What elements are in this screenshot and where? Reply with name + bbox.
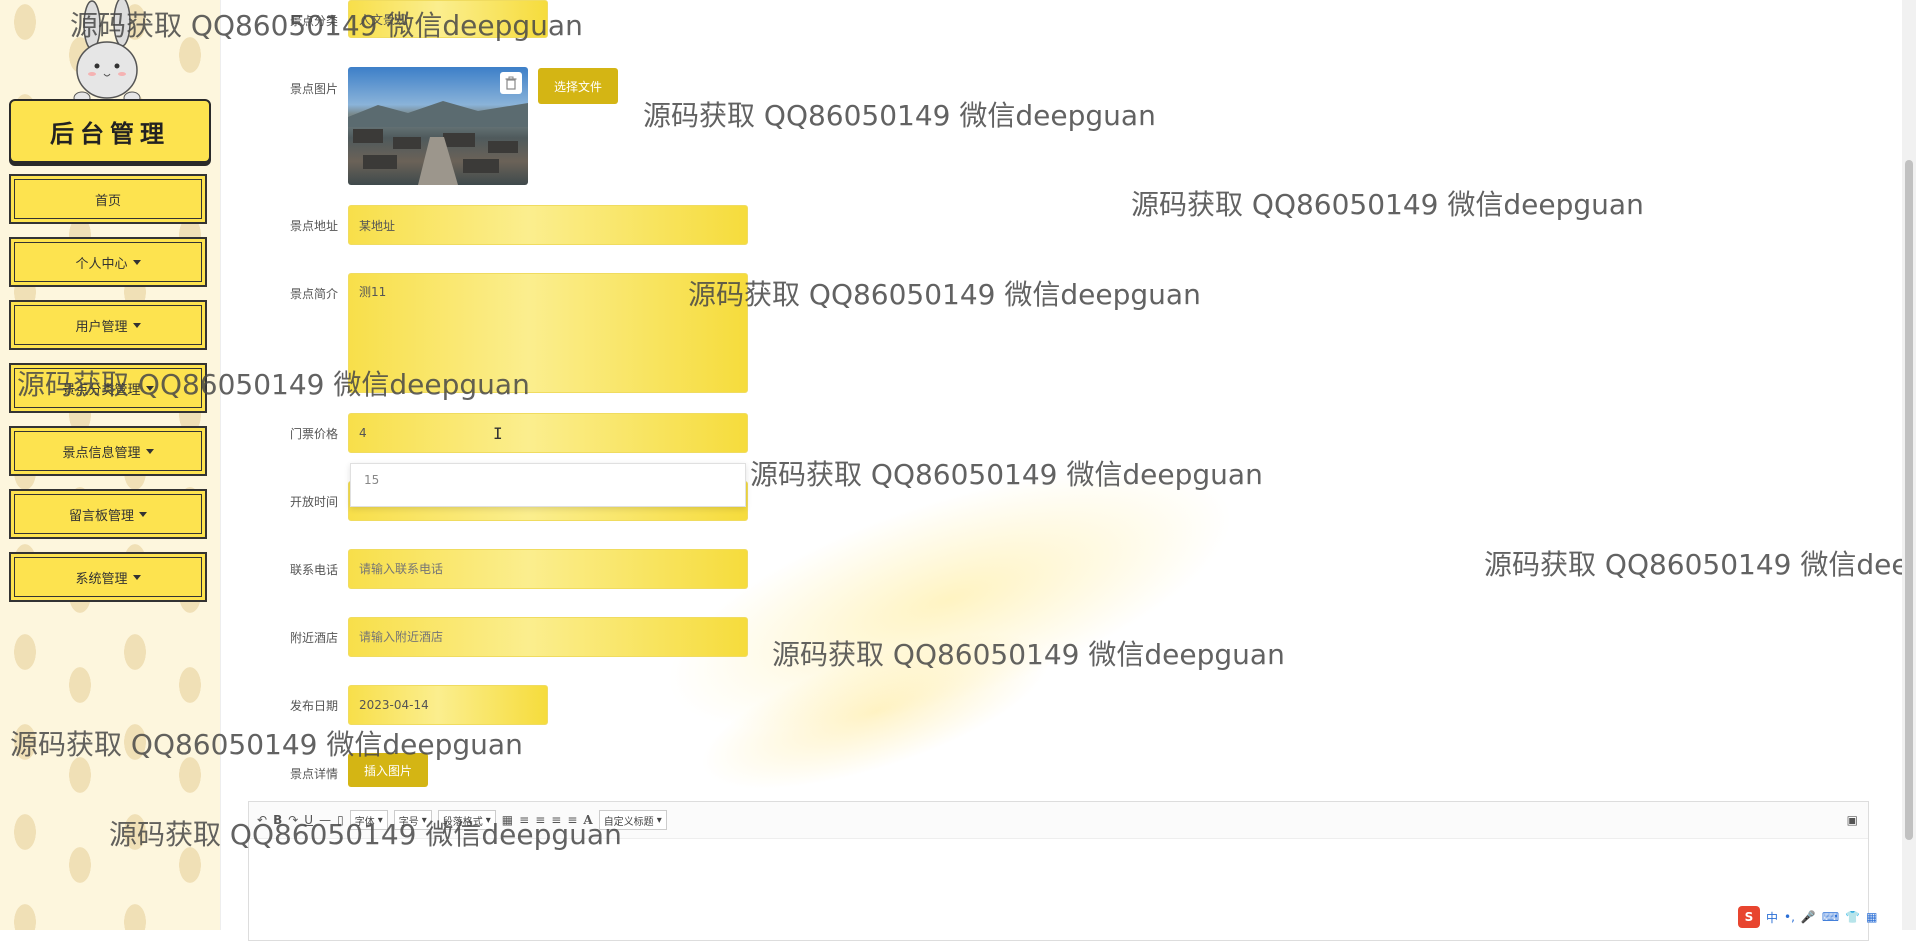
delete-image-button[interactable]: [500, 72, 522, 94]
paragraph-label: 段落格式: [442, 816, 483, 828]
text-cursor-icon: I: [493, 424, 503, 443]
font-color-button[interactable]: A: [583, 813, 592, 827]
choose-file-button[interactable]: 选择文件: [538, 68, 618, 104]
sidebar-item-label: 系统管理: [75, 571, 128, 587]
caret-down-icon: [145, 385, 154, 391]
align-justify-icon[interactable]: ≡: [567, 813, 577, 827]
detail-label: 景点详情: [289, 767, 338, 781]
hotel-label: 附近酒店: [289, 631, 338, 645]
address-input[interactable]: [348, 205, 748, 245]
apps-grid-icon[interactable]: ▦: [1866, 910, 1877, 924]
category-value: 人文景观: [359, 12, 408, 27]
date-label: 发布日期: [289, 699, 338, 713]
redo-icon[interactable]: ↷: [288, 813, 298, 827]
phone-input[interactable]: [348, 549, 748, 589]
sidebar: 后台管理 首页 个人中心 用户管理 景点分类管理 景点信息管理 留言板管理 系统…: [0, 0, 221, 930]
caret-down-icon: [132, 574, 141, 580]
chevron-down-icon: ▾: [656, 814, 662, 826]
ime-toolbar: S 中 •, 🎤 ⌨ 👕 ▦: [1738, 905, 1878, 929]
chevron-down-icon: ▾: [485, 814, 491, 826]
clear-format-icon[interactable]: ▯: [337, 813, 344, 827]
chevron-down-icon: ▾: [377, 814, 383, 826]
sidebar-item-label: 留言板管理: [68, 508, 134, 524]
sidebar-item-label: 用户管理: [75, 319, 128, 335]
align-center-icon[interactable]: ≡: [535, 813, 545, 827]
date-input[interactable]: [348, 685, 548, 725]
chevron-down-icon: ▾: [421, 814, 427, 826]
table-icon[interactable]: ▦: [502, 813, 513, 827]
html-source-icon[interactable]: ▣: [1847, 813, 1858, 827]
sogou-ime-icon[interactable]: S: [1738, 906, 1760, 928]
sidebar-item-profile[interactable]: 个人中心: [9, 237, 207, 287]
underline-button[interactable]: U: [304, 813, 313, 827]
sidebar-item-label: 个人中心: [75, 256, 128, 272]
price-input[interactable]: [348, 413, 748, 453]
phone-label: 联系电话: [289, 563, 338, 577]
skin-icon[interactable]: 👕: [1845, 910, 1860, 924]
editor-toolbar: ↶ B ↷ U — ▯ 字体 ▾ 字号 ▾ 段落格式 ▾ ▦ ≡ ≡ ≡ ≡ A 自定…: [249, 802, 1868, 839]
caret-down-icon: [132, 259, 141, 265]
hotel-input[interactable]: [348, 617, 748, 657]
sidebar-item-messages[interactable]: 留言板管理: [9, 489, 207, 539]
caret-down-icon: [132, 322, 141, 328]
font-family-select[interactable]: 字体 ▾: [349, 810, 388, 830]
sidebar-item-system[interactable]: 系统管理: [9, 552, 207, 602]
font-size-select[interactable]: 字号 ▾: [393, 810, 432, 830]
trash-icon: [505, 76, 517, 90]
punctuation-icon[interactable]: •,: [1784, 910, 1795, 924]
intro-textarea[interactable]: 测11: [348, 273, 748, 393]
watermark: 源码获取 QQ86050149 微信deepguan: [643, 99, 1156, 132]
autocomplete-option[interactable]: 15: [364, 473, 379, 487]
paragraph-select[interactable]: 段落格式 ▾: [437, 810, 496, 830]
undo-icon[interactable]: ↶: [257, 813, 267, 827]
sidebar-item-label: 首页: [94, 193, 121, 209]
insert-image-button[interactable]: 插入图片: [348, 753, 428, 787]
custom-title-label: 自定义标题: [603, 816, 654, 828]
brand-title: 后台管理: [9, 99, 211, 163]
align-right-icon[interactable]: ≡: [551, 813, 561, 827]
microphone-icon[interactable]: 🎤: [1801, 910, 1816, 924]
sidebar-item-category[interactable]: 景点分类管理: [9, 363, 207, 413]
scrollbar-thumb[interactable]: [1905, 160, 1913, 840]
sidebar-item-users[interactable]: 用户管理: [9, 300, 207, 350]
strikethrough-icon[interactable]: —: [319, 813, 331, 827]
autocomplete-dropdown: 15: [350, 463, 746, 507]
sidebar-item-label: 景点信息管理: [62, 445, 141, 461]
bold-button[interactable]: B: [273, 813, 282, 827]
category-label: 景点分类: [289, 14, 338, 28]
intro-label: 景点简介: [289, 287, 338, 301]
image-label: 景点图片: [289, 82, 338, 96]
font-family-label: 字体: [354, 816, 375, 828]
font-size-label: 字号: [398, 816, 419, 828]
ime-language[interactable]: 中: [1766, 909, 1778, 926]
sidebar-item-scenic[interactable]: 景点信息管理: [9, 426, 207, 476]
caret-down-icon: [145, 448, 154, 454]
category-select[interactable]: 人文景观: [348, 0, 548, 38]
sidebar-item-label: 景点分类管理: [62, 382, 141, 398]
rich-text-editor[interactable]: ↶ B ↷ U — ▯ 字体 ▾ 字号 ▾ 段落格式 ▾ ▦ ≡ ≡ ≡ ≡ A 自定…: [248, 801, 1869, 941]
address-label: 景点地址: [289, 219, 338, 233]
custom-title-select[interactable]: 自定义标题 ▾: [598, 810, 667, 830]
open-time-label: 开放时间: [289, 495, 338, 509]
price-label: 门票价格: [289, 427, 338, 441]
keyboard-icon[interactable]: ⌨: [1822, 910, 1839, 924]
caret-down-icon: [139, 511, 147, 517]
rabbit-mascot-icon: [73, 0, 141, 105]
watermark: 源码获取 QQ86050149 微信deepguan: [1131, 188, 1644, 221]
watermark: 源码获取 QQ86050149 微信deepguan: [1484, 548, 1902, 581]
align-left-icon[interactable]: ≡: [519, 813, 529, 827]
sidebar-item-home[interactable]: 首页: [9, 174, 207, 224]
